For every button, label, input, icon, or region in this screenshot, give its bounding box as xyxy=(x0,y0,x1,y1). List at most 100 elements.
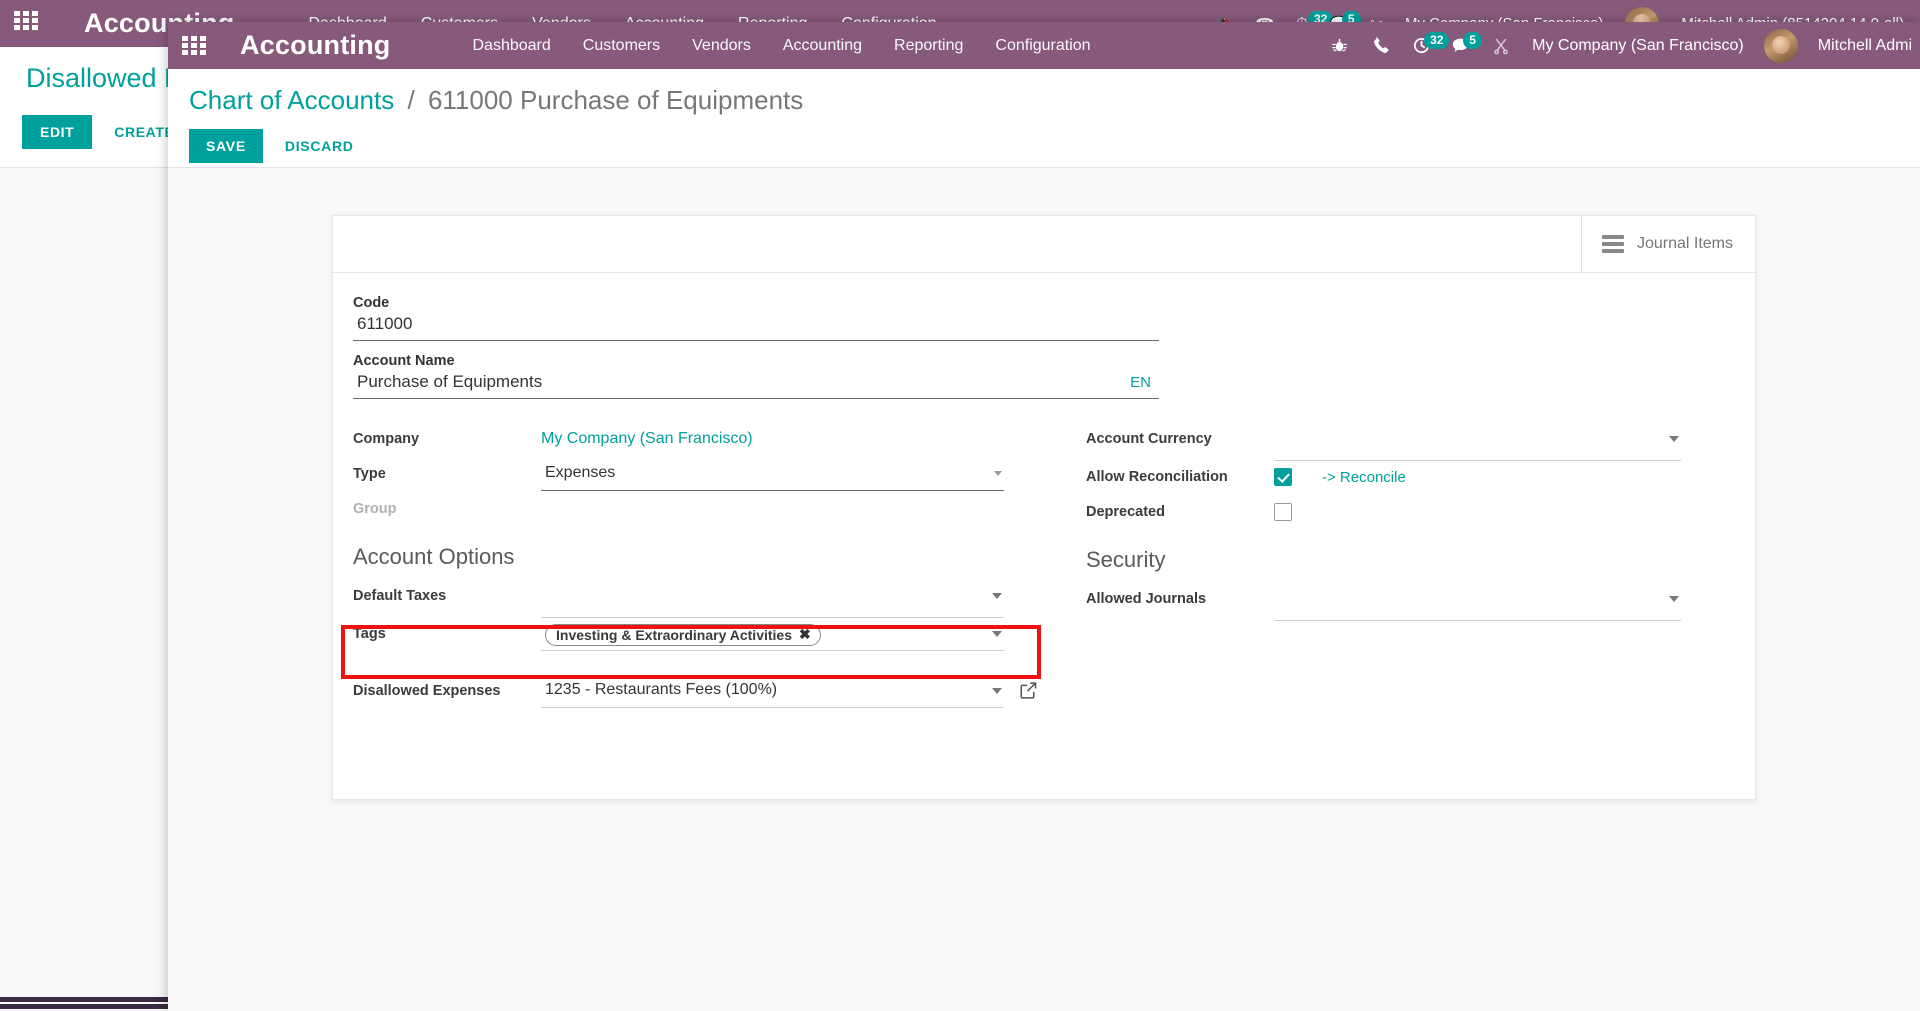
tags-label: Tags xyxy=(353,626,386,642)
grid-apps-icon[interactable] xyxy=(182,35,208,56)
disallowed-expenses-select[interactable]: 1235 - Restaurants Fees (100%) xyxy=(541,679,1004,708)
menu-item-customers[interactable]: Customers xyxy=(583,37,660,55)
translation-lang-badge[interactable]: EN xyxy=(1130,374,1151,391)
code-field-row xyxy=(353,312,1159,341)
discard-button[interactable]: DISCARD xyxy=(269,129,370,163)
disallowed-expenses-row: Disallowed Expenses 1235 - Restaurants F… xyxy=(353,677,1037,710)
allow-reconciliation-controls: -> Reconcile xyxy=(1274,465,1681,486)
deprecated-row: Deprecated xyxy=(1086,498,1681,531)
control-panel: Chart of Accounts / 611000 Purchase of E… xyxy=(168,69,1920,168)
activity-clock-icon[interactable]: 32 xyxy=(1412,32,1450,55)
default-taxes-value-wrap xyxy=(541,582,1004,618)
deprecated-value-wrap xyxy=(1274,498,1681,521)
strip-dark-2 xyxy=(0,1004,170,1009)
sheet-background: Journal Items Code Account Name xyxy=(168,168,1920,1011)
type-label: Type xyxy=(353,466,386,482)
form-body: Code Account Name EN xyxy=(333,273,1755,752)
account-currency-value-wrap xyxy=(1274,425,1681,461)
type-value-wrap: Expenses xyxy=(541,460,1004,491)
code-input[interactable] xyxy=(353,312,1159,341)
edit-button[interactable]: EDIT xyxy=(22,115,93,149)
account-options-title: Account Options xyxy=(353,544,515,569)
chevron-down-icon xyxy=(1669,596,1679,602)
bug-icon[interactable] xyxy=(1328,35,1350,57)
tag-chip-label: Investing & Extraordinary Activities xyxy=(556,626,792,643)
allowed-journals-label: Allowed Journals xyxy=(1086,591,1207,607)
company-switcher[interactable]: My Company (San Francisco) xyxy=(1532,37,1744,55)
chevron-down-icon xyxy=(992,631,1002,637)
menu-item-vendors[interactable]: Vendors xyxy=(692,37,751,55)
default-taxes-select[interactable] xyxy=(541,584,1004,618)
breadcrumb: Chart of Accounts / 611000 Purchase of E… xyxy=(189,85,803,116)
tag-chip[interactable]: Investing & Extraordinary Activities ✖ xyxy=(545,624,821,646)
allow-reconciliation-checkbox[interactable] xyxy=(1274,468,1292,486)
tags-select[interactable]: Investing & Extraordinary Activities ✖ xyxy=(541,622,1004,651)
tags-row: Tags Investing & Extraordinary Activitie… xyxy=(353,620,1004,653)
account-name-label: Account Name xyxy=(353,353,455,369)
stat-button-box: Journal Items xyxy=(333,216,1755,273)
type-value: Expenses xyxy=(545,464,616,481)
disallowed-expenses-label: Disallowed Expenses xyxy=(353,683,501,699)
title-fields: Code Account Name EN xyxy=(353,295,1735,399)
allowed-journals-value-wrap xyxy=(1274,585,1681,621)
chevron-down-icon xyxy=(994,471,1002,476)
tags-value-wrap: Investing & Extraordinary Activities ✖ xyxy=(541,620,1004,651)
type-select[interactable]: Expenses xyxy=(541,462,1004,491)
main-columns: Company My Company (San Francisco) Type … xyxy=(353,425,1735,712)
company-label: Company xyxy=(353,431,420,447)
reconcile-link[interactable]: -> Reconcile xyxy=(1322,469,1406,486)
allowed-journals-select[interactable] xyxy=(1274,587,1681,621)
default-taxes-row: Default Taxes xyxy=(353,582,1004,618)
group-label: Group xyxy=(353,501,397,517)
activity-count-badge: 32 xyxy=(1424,32,1450,49)
account-currency-row: Account Currency xyxy=(1086,425,1681,461)
messages-count-badge: 5 xyxy=(1463,32,1483,49)
save-button[interactable]: SAVE xyxy=(189,129,263,163)
user-avatar[interactable] xyxy=(1763,28,1798,63)
company-row: Company My Company (San Francisco) xyxy=(353,425,1004,458)
account-name-field-row: EN xyxy=(353,370,1159,399)
deprecated-checkbox[interactable] xyxy=(1274,503,1292,521)
deprecated-label: Deprecated xyxy=(1086,504,1165,520)
chevron-down-icon xyxy=(1669,436,1679,442)
journal-items-button[interactable]: Journal Items xyxy=(1580,216,1755,272)
code-label: Code xyxy=(353,295,390,311)
breadcrumb-chart-of-accounts[interactable]: Chart of Accounts xyxy=(189,85,394,115)
account-currency-select[interactable] xyxy=(1274,427,1681,461)
journal-items-label: Journal Items xyxy=(1636,235,1733,252)
breadcrumb-separator: / xyxy=(407,85,415,115)
security-title: Security xyxy=(1086,547,1166,572)
right-column: Account Currency Allow Reconciliation ->… xyxy=(1044,425,1735,712)
group-row: Group xyxy=(353,495,1004,528)
menu-item-reporting[interactable]: Reporting xyxy=(894,37,963,55)
main-menu: Dashboard Customers Vendors Accounting R… xyxy=(473,37,1091,55)
external-link-icon[interactable] xyxy=(1019,681,1038,705)
menu-item-accounting[interactable]: Accounting xyxy=(783,37,862,55)
bars-icon xyxy=(1601,235,1624,253)
menu-item-dashboard[interactable]: Dashboard xyxy=(473,37,551,55)
account-currency-label: Account Currency xyxy=(1086,431,1212,447)
chevron-down-icon xyxy=(992,593,1002,599)
grid-apps-icon[interactable] xyxy=(14,11,40,36)
scissors-icon[interactable] xyxy=(1490,35,1512,57)
messages-icon[interactable]: 5 xyxy=(1451,32,1483,55)
x-icon[interactable]: ✖ xyxy=(799,626,811,643)
user-menu[interactable]: Mitchell Admi xyxy=(1818,37,1912,55)
menu-item-configuration[interactable]: Configuration xyxy=(995,37,1090,55)
deprecated-controls xyxy=(1274,500,1681,521)
allow-reconciliation-row: Allow Reconciliation -> Reconcile xyxy=(1086,463,1681,496)
allow-reconciliation-value-wrap: -> Reconcile xyxy=(1274,463,1681,486)
form-sheet: Journal Items Code Account Name xyxy=(332,215,1756,800)
account-name-input[interactable] xyxy=(353,370,1159,399)
company-link[interactable]: My Company (San Francisco) xyxy=(541,427,753,448)
background-button-row: EDIT CREATE xyxy=(22,115,188,149)
left-column: Company My Company (San Francisco) Type … xyxy=(353,425,1044,712)
navbar-systray: 32 5 My Company (San Francisco) Mitchell… xyxy=(1328,22,1920,69)
app-brand-accounting[interactable]: Accounting xyxy=(240,30,391,61)
strip-dark-1 xyxy=(0,997,170,1002)
control-panel-buttons: SAVE DISCARD xyxy=(189,129,370,163)
disallowed-expenses-value-wrap: 1235 - Restaurants Fees (100%) xyxy=(541,677,1037,708)
default-taxes-label: Default Taxes xyxy=(353,588,447,604)
group-value-wrap xyxy=(541,495,1004,497)
phone-icon[interactable] xyxy=(1370,35,1392,57)
